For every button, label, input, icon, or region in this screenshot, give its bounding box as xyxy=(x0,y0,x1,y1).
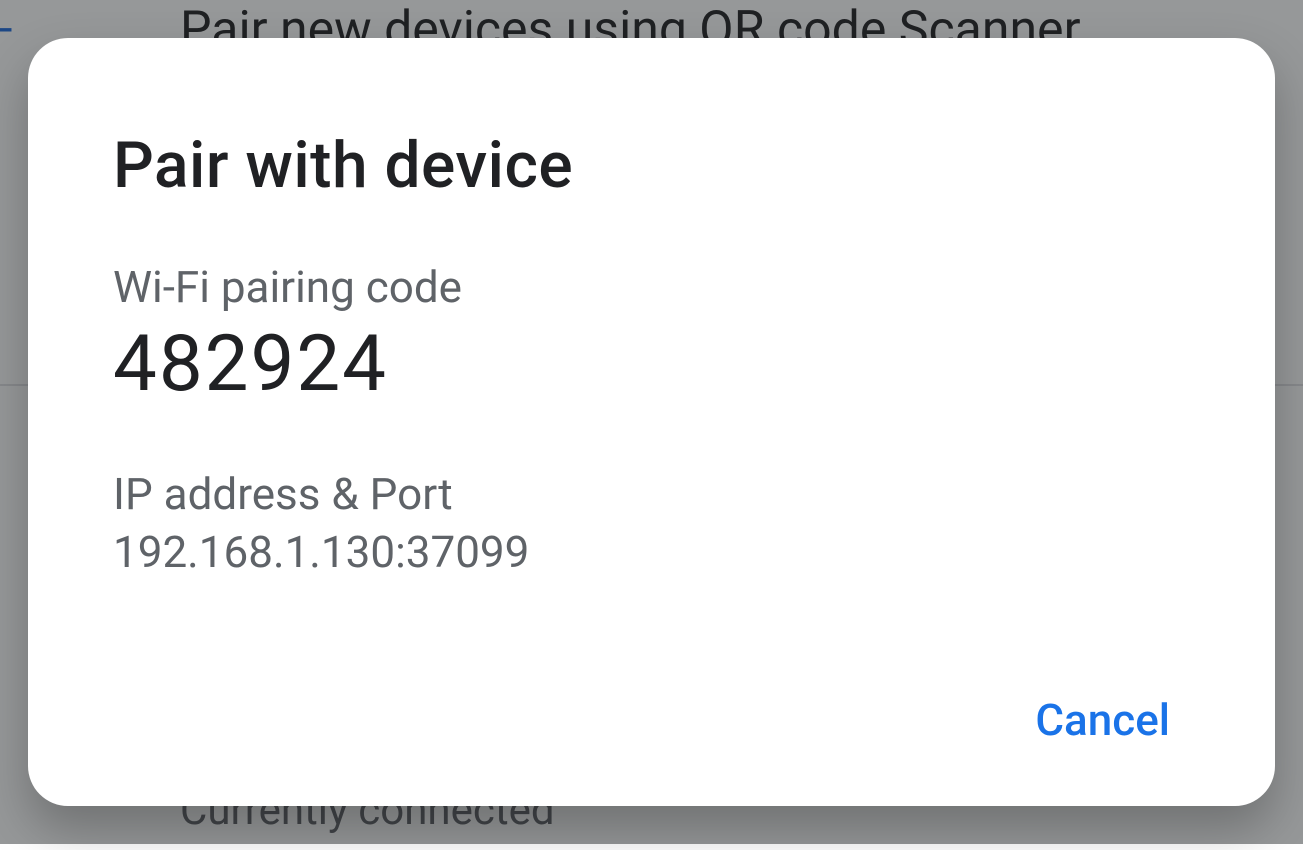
pair-with-device-dialog: Pair with device Wi-Fi pairing code 4829… xyxy=(28,38,1275,806)
dialog-title: Pair with device xyxy=(113,128,1190,203)
dialog-actions: Cancel xyxy=(1015,684,1190,756)
ip-port-label: IP address & Port xyxy=(113,468,1190,520)
pairing-code-value: 482924 xyxy=(113,319,1190,410)
ip-port-value: 192.168.1.130:37099 xyxy=(113,526,1190,578)
cancel-button[interactable]: Cancel xyxy=(1015,684,1190,756)
pairing-code-label: Wi-Fi pairing code xyxy=(113,261,1190,313)
